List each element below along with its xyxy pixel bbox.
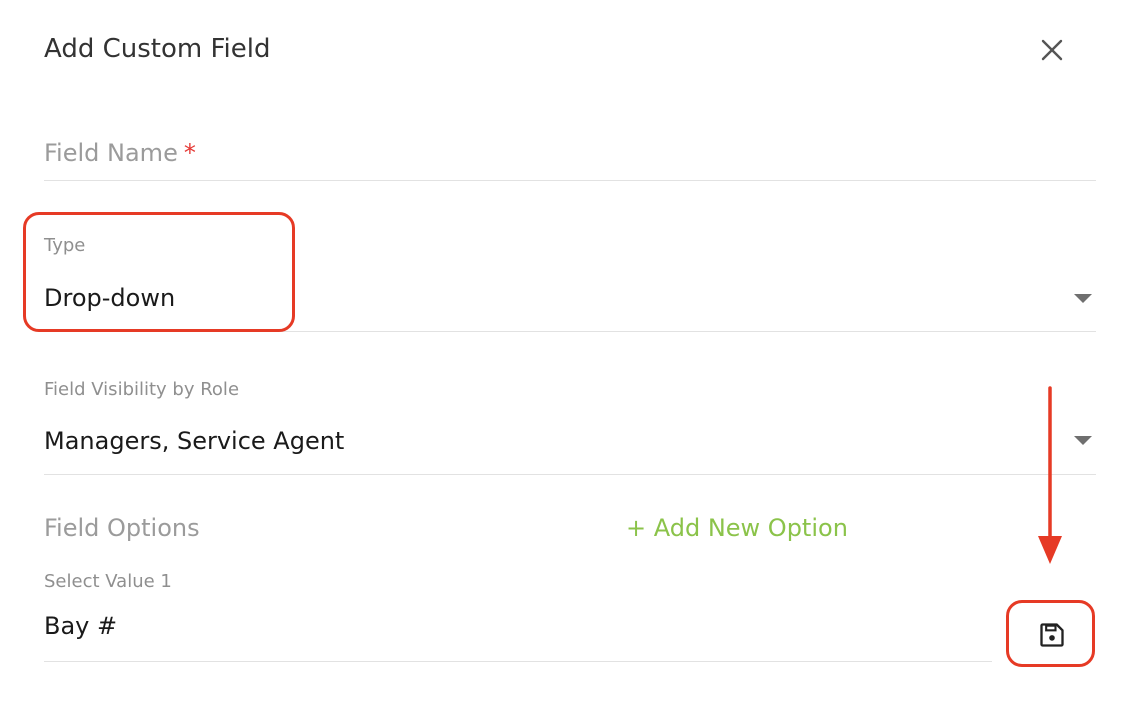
option-value-input[interactable]: Select Value 1 Bay # xyxy=(44,566,992,662)
visibility-label: Field Visibility by Role xyxy=(44,379,240,400)
option-label: Select Value 1 xyxy=(44,571,172,592)
caret-down-icon xyxy=(1074,294,1092,303)
dialog-title: Add Custom Field xyxy=(44,34,271,64)
type-select[interactable]: Type Drop-down xyxy=(44,230,1096,332)
caret-down-icon xyxy=(1074,436,1092,445)
save-option-button[interactable] xyxy=(1022,614,1082,656)
type-label: Type xyxy=(44,235,86,256)
option-value: Bay # xyxy=(44,612,118,640)
add-custom-field-dialog: Add Custom Field Field Name * Type Drop-d… xyxy=(0,0,1132,712)
visibility-value: Managers, Service Agent xyxy=(44,427,345,455)
close-icon xyxy=(1041,39,1063,61)
required-asterisk: * xyxy=(183,139,196,167)
add-new-option-button[interactable]: + Add New Option xyxy=(626,512,848,544)
arrow-down-annotation xyxy=(1038,386,1062,564)
floppy-disk-icon xyxy=(1040,623,1064,647)
type-value: Drop-down xyxy=(44,284,176,312)
visibility-select[interactable]: Field Visibility by Role Managers, Servi… xyxy=(44,374,1096,475)
field-name-input[interactable]: Field Name * xyxy=(44,130,1096,181)
close-button[interactable] xyxy=(1034,32,1070,68)
field-options-heading: Field Options xyxy=(44,514,200,542)
field-name-placeholder: Field Name * xyxy=(44,139,196,167)
